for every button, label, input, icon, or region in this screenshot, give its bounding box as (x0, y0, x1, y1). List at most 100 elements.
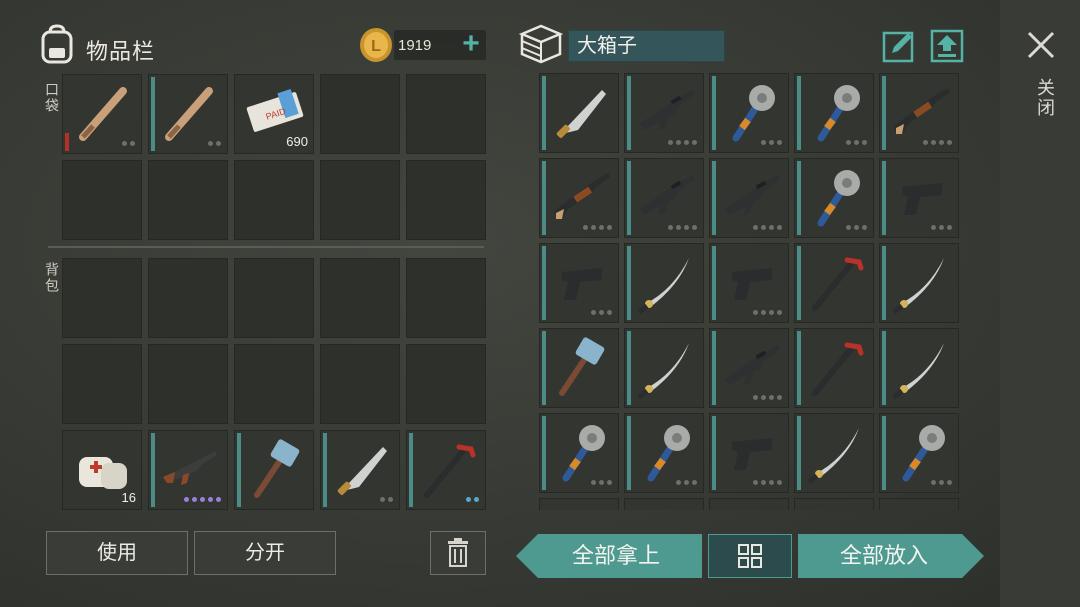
backpack-slot[interactable] (148, 430, 228, 510)
durability-bar (797, 76, 801, 150)
close-icon[interactable] (1026, 30, 1056, 60)
add-coins-button[interactable]: + (458, 29, 484, 60)
container-slot[interactable] (709, 243, 789, 323)
backpack-slot[interactable] (234, 430, 314, 510)
backpack-slot[interactable] (234, 344, 314, 424)
container-slot[interactable] (879, 158, 959, 238)
pocket-slot[interactable] (406, 74, 486, 154)
container-slot[interactable] (794, 498, 874, 510)
pocket-slot[interactable] (320, 74, 400, 154)
container-name-field[interactable]: 大箱子 (568, 30, 725, 62)
quality-dots (668, 140, 697, 145)
container-slot[interactable] (794, 243, 874, 323)
container-slot[interactable] (539, 328, 619, 408)
container-slot[interactable] (539, 498, 619, 510)
quality-dot (777, 225, 782, 230)
quality-dots (923, 140, 952, 145)
backpack-slot[interactable] (62, 258, 142, 338)
backpack-slot[interactable] (234, 258, 314, 338)
backpack-slot[interactable] (406, 258, 486, 338)
container-slot[interactable] (709, 158, 789, 238)
durability-bar (542, 76, 546, 150)
container-slot[interactable] (794, 413, 874, 493)
pocket-slot[interactable] (234, 160, 314, 240)
pocket-slot[interactable] (320, 160, 400, 240)
rifle-icon (639, 90, 695, 130)
quality-dot (692, 140, 697, 145)
container-slot[interactable] (709, 73, 789, 153)
container-slot[interactable] (539, 413, 619, 493)
backpack-slot[interactable]: 16 (62, 430, 142, 510)
backpack-slot[interactable] (62, 344, 142, 424)
katana-icon (892, 343, 944, 399)
container-slot[interactable] (879, 328, 959, 408)
backpack-slot[interactable] (406, 430, 486, 510)
container-slot[interactable] (624, 498, 704, 510)
container-slot[interactable] (624, 73, 704, 153)
container-slot[interactable] (794, 158, 874, 238)
container-slot[interactable] (539, 243, 619, 323)
backpack-slot[interactable] (148, 258, 228, 338)
container-slot[interactable] (539, 73, 619, 153)
container-slot[interactable] (624, 328, 704, 408)
container-slot[interactable] (879, 73, 959, 153)
quality-dot (777, 310, 782, 315)
inventory-title: 物品栏 (86, 39, 156, 64)
rename-button[interactable] (882, 29, 916, 63)
quality-dot (923, 140, 928, 145)
quality-dot (591, 480, 596, 485)
container-slot[interactable] (539, 158, 619, 238)
container-slot[interactable] (879, 243, 959, 323)
backpack-slot[interactable] (320, 430, 400, 510)
container-slot[interactable] (794, 73, 874, 153)
quality-dot (753, 395, 758, 400)
durability-bar (542, 246, 546, 320)
pocket-slot[interactable] (62, 160, 142, 240)
container-slot[interactable] (624, 413, 704, 493)
container-slot[interactable] (709, 328, 789, 408)
backpack-slot[interactable] (320, 344, 400, 424)
coin-balance: 1919 + (394, 29, 486, 60)
backpack-slot[interactable] (148, 344, 228, 424)
trash-button[interactable] (430, 531, 486, 575)
backpack-slot[interactable] (320, 258, 400, 338)
split-button[interactable]: 分开 (194, 531, 336, 575)
quality-dot (753, 480, 758, 485)
use-button[interactable]: 使用 (46, 531, 188, 575)
close-label[interactable]: 关闭 (1032, 78, 1058, 118)
quality-dots (676, 480, 697, 485)
take-all-button[interactable]: 全部拿上 (516, 534, 702, 578)
quality-dot (761, 395, 766, 400)
pistol-icon (562, 268, 602, 300)
quality-dot (388, 497, 393, 502)
deposit-button[interactable] (930, 29, 964, 63)
container-slot[interactable] (709, 413, 789, 493)
container-slot[interactable] (794, 328, 874, 408)
pocket-slot[interactable]: PAID 690 (234, 74, 314, 154)
container-slot[interactable] (624, 243, 704, 323)
container-slot[interactable] (879, 413, 959, 493)
quality-dots (583, 225, 612, 230)
put-all-button[interactable]: 全部放入 (798, 534, 984, 578)
container-slot[interactable] (879, 498, 959, 510)
quality-dot (684, 225, 689, 230)
pocket-slot[interactable] (406, 160, 486, 240)
durability-bar (882, 161, 886, 235)
pocket-slot[interactable] (148, 74, 228, 154)
durability-bar (542, 161, 546, 235)
backpack-slot[interactable] (406, 344, 486, 424)
container-slot[interactable] (624, 158, 704, 238)
container-slot[interactable] (709, 498, 789, 510)
quality-dot (192, 497, 197, 502)
quality-dot (216, 141, 221, 146)
quality-dot (208, 141, 213, 146)
pocket-slot[interactable] (148, 160, 228, 240)
durability-bar (882, 246, 886, 320)
quality-dot (854, 225, 859, 230)
durability-bar (627, 161, 631, 235)
grid-icon (738, 544, 762, 568)
durability-bar (797, 161, 801, 235)
pocket-slot[interactable] (62, 74, 142, 154)
sort-button[interactable] (708, 534, 792, 578)
quality-dots (380, 497, 393, 502)
